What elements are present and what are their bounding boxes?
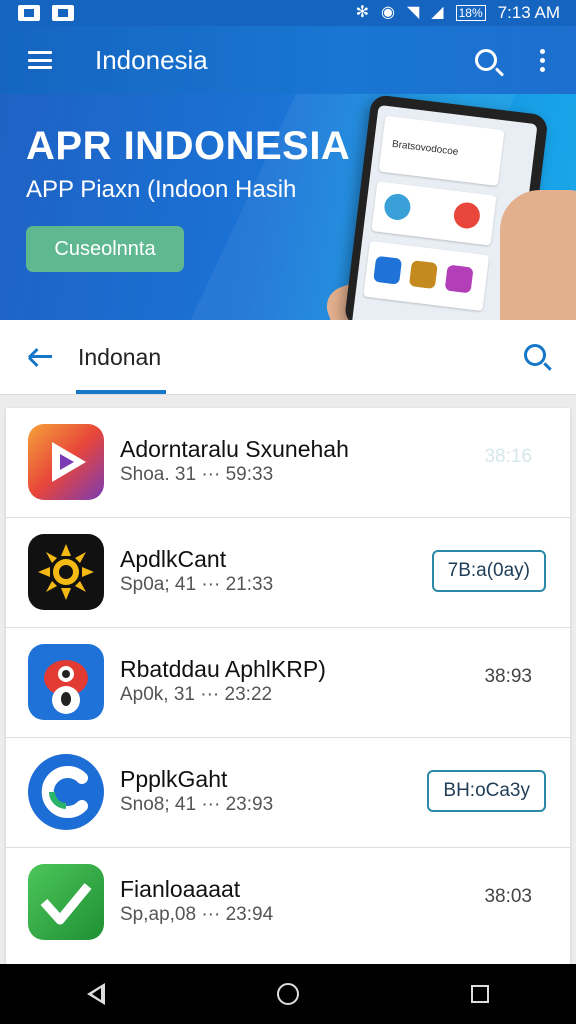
- nav-recents-icon: [471, 985, 489, 1003]
- status-bar: ✻ ◉ ◥ ◢ 18% 7:13 AM: [0, 0, 576, 26]
- search-icon: [475, 49, 497, 71]
- arrow-back-icon[interactable]: [26, 342, 56, 372]
- app-title: Adorntaralu Sxunehah: [120, 436, 349, 462]
- bluetooth-icon: ✻: [355, 4, 369, 21]
- banner-title: APR INDONESIA: [26, 124, 351, 168]
- nav-back-button[interactable]: [66, 964, 126, 1024]
- app-title: Rbatddau AphlKRP): [120, 656, 326, 682]
- battery-icon: 18%: [455, 5, 486, 21]
- app-dot-icon: [382, 192, 412, 222]
- app-subtitle: Sno8; 41 ··· 23:93: [120, 794, 274, 815]
- banner-subtitle: APP Piaxn (Indoon Hasih: [26, 176, 297, 203]
- alarm-icon: ◉: [381, 4, 395, 21]
- google-icon: [452, 200, 482, 230]
- app-time: 38:16: [484, 446, 532, 467]
- menu-button[interactable]: [0, 26, 80, 94]
- play-triangle-icon: [28, 424, 104, 500]
- app-title: Fianloaaaat: [120, 876, 241, 902]
- search-icon[interactable]: [524, 344, 546, 366]
- tab-indicator: [76, 390, 166, 394]
- app-list: Adorntaralu Sxunehah Shoa. 31 ··· 59:33 …: [6, 408, 570, 964]
- app-subtitle: Shoa. 31 ··· 59:33: [120, 464, 274, 485]
- list-item[interactable]: Fianloaaaat Sp,ap,08 ··· 23:94 38:03: [6, 848, 570, 958]
- app-bar: Indonesia: [0, 26, 576, 94]
- phone-card-apps: [371, 181, 497, 246]
- list-item[interactable]: ApdlkCant Sp0a; 41 ··· 21:33 7B:a(0ay): [6, 518, 570, 628]
- app-time: 38:93: [484, 666, 532, 687]
- status-time: 7:13 AM: [497, 3, 560, 22]
- image-notification-icon: [18, 5, 40, 21]
- nav-home-icon: [277, 983, 299, 1005]
- system-nav-bar: [0, 964, 576, 1024]
- list-item[interactable]: Rbatddau AphlKRP) Ap0k, 31 ··· 23:22 38:…: [6, 628, 570, 738]
- list-item[interactable]: Adorntaralu Sxunehah Shoa. 31 ··· 59:33 …: [6, 408, 570, 518]
- phone-card-grid: [363, 240, 490, 312]
- search-tab-row: Indonan: [0, 320, 576, 395]
- hand-illustration: [500, 190, 576, 320]
- wifi-icon: ◥: [406, 4, 420, 21]
- mascot-icon: [28, 644, 104, 720]
- more-vert-icon: [539, 48, 545, 72]
- nav-home-button[interactable]: [258, 964, 318, 1024]
- promo-banner[interactable]: APR INDONESIA APP Piaxn (Indoon Hasih Cu…: [0, 94, 576, 320]
- checkmark-icon: [28, 864, 104, 940]
- sun-icon: [28, 534, 104, 610]
- app-subtitle: Sp0a; 41 ··· 21:33: [120, 574, 274, 595]
- app-action-button[interactable]: 7B:a(0ay): [431, 550, 546, 592]
- tab-label[interactable]: Indonan: [78, 344, 161, 371]
- app-title: PpplkGaht: [120, 766, 228, 792]
- banner-cta-button[interactable]: Cuseolnnta: [26, 226, 184, 272]
- status-right-icons: ✻ ◉ ◥ ◢ 18% 7:13 AM: [356, 3, 560, 23]
- app-action-button[interactable]: BH:oCa3y: [427, 770, 546, 812]
- more-options-button[interactable]: [514, 26, 570, 94]
- app-subtitle: Sp,ap,08 ··· 23:94: [120, 904, 274, 925]
- nav-back-icon: [87, 983, 105, 1005]
- c-letter-icon: [28, 754, 104, 830]
- app-title: ApdlkCant: [120, 546, 227, 572]
- app-subtitle: Ap0k, 31 ··· 23:22: [120, 684, 273, 705]
- app-time: 38:03: [484, 886, 532, 907]
- app-tile-icon: [408, 260, 438, 290]
- list-item[interactable]: PpplkGaht Sno8; 41 ··· 23:93 BH:oCa3y: [6, 738, 570, 848]
- page-title: Indonesia: [95, 44, 208, 75]
- hamburger-icon: [28, 51, 52, 69]
- search-button[interactable]: [458, 26, 514, 94]
- nav-recents-button[interactable]: [450, 964, 510, 1024]
- notification-icon: [52, 5, 74, 21]
- signal-icon: ◢: [431, 4, 444, 21]
- phone-card-text: Bratsovodocoe: [378, 115, 505, 187]
- app-tile-icon: [373, 255, 403, 285]
- status-left-icons: [18, 5, 74, 21]
- app-tile-icon: [444, 264, 474, 294]
